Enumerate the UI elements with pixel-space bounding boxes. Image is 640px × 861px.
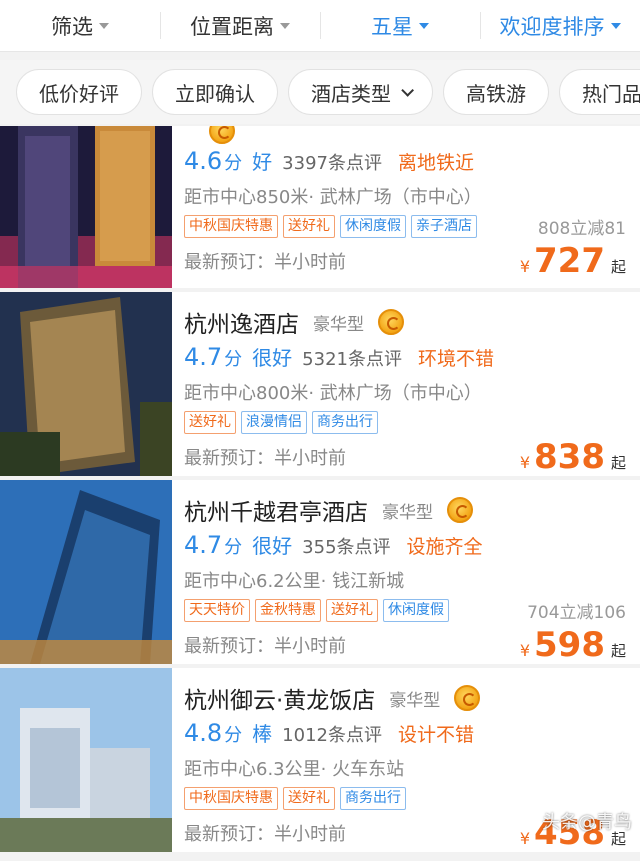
- filter-label: 欢迎度排序: [499, 14, 605, 39]
- hotel-tag: 亲子酒店: [411, 214, 477, 238]
- hotel-tag: 送好礼: [283, 214, 335, 238]
- chevron-down-icon: [401, 83, 414, 97]
- filter-label: 五星: [371, 14, 413, 39]
- hotel-card[interactable]: 4.6 分 好 3397条点评 离地铁近 距市中心850米· 武林广场（市中心）…: [0, 126, 640, 288]
- hotel-highlight: 环境不错: [417, 348, 494, 370]
- latest-booking: 最新预订：半小时前: [184, 448, 346, 469]
- price-suffix: 起: [610, 642, 626, 660]
- hotel-star-type: 豪华型: [382, 502, 433, 523]
- hotel-score: 4.6: [184, 147, 223, 175]
- rating-level: 好: [252, 150, 273, 174]
- hotel-location: 距市中心850米· 武林广场（市中心）: [184, 187, 482, 208]
- hotel-highlight: 设施齐全: [406, 536, 483, 558]
- rating-level: 很好: [252, 534, 293, 558]
- price-amount: 598: [534, 625, 605, 664]
- gold-medal-icon: [378, 309, 404, 335]
- currency-symbol: ¥: [519, 829, 530, 848]
- hotel-tag: 休闲度假: [340, 214, 406, 238]
- watermark: 头条@青鸟: [542, 812, 632, 833]
- hotel-tag: 金秋特惠: [255, 598, 321, 622]
- promo-discount: 808立减81: [537, 218, 626, 239]
- hotel-list: 4.6 分 好 3397条点评 离地铁近 距市中心850米· 武林广场（市中心）…: [0, 126, 640, 856]
- filter-location[interactable]: 位置距离: [160, 0, 320, 51]
- caret-down-icon: [610, 22, 621, 29]
- hotel-tag: 浪漫情侣: [241, 410, 307, 434]
- hotel-score: 4.7: [184, 343, 223, 371]
- rating-level: 很好: [252, 346, 293, 370]
- hotel-star-type: 豪华型: [389, 690, 441, 711]
- quick-tag-chip[interactable]: 低价好评: [16, 69, 142, 115]
- caret-down-icon: [280, 22, 290, 29]
- quick-tag-bar: 低价好评 立即确认 酒店类型 高铁游 热门品牌: [0, 60, 640, 124]
- hotel-photo: [0, 668, 172, 852]
- review-count: 5321条点评: [302, 349, 402, 370]
- score-unit: 分: [224, 153, 243, 174]
- gold-medal-icon: [209, 126, 235, 144]
- filter-sort[interactable]: 欢迎度排序: [480, 0, 640, 51]
- filter-label: 位置距离: [190, 14, 274, 39]
- quick-tag-label: 酒店类型: [311, 81, 391, 106]
- quick-tag-chip[interactable]: 热门品牌: [559, 69, 640, 115]
- quick-tag-chip[interactable]: 高铁游: [443, 69, 549, 115]
- hotel-photo: [0, 292, 172, 476]
- latest-booking: 最新预订：半小时前: [184, 824, 346, 845]
- price-amount: 727: [534, 241, 605, 281]
- currency-symbol: ¥: [519, 641, 530, 660]
- hotel-tag: 休闲度假: [383, 598, 449, 622]
- hotel-highlight: 设计不错: [397, 724, 474, 746]
- hotel-card[interactable]: 杭州御云·黄龙饭店 豪华型 4.8 分 棒 1012条点评 设计不错 距市中心6…: [0, 668, 640, 852]
- hotel-location: 距市中心800米· 武林广场（市中心）: [184, 383, 482, 404]
- price-suffix: 起: [610, 258, 626, 276]
- hotel-price: ¥ 838 起: [520, 438, 626, 476]
- caret-down-icon: [99, 22, 109, 29]
- hotel-location: 距市中心6.3公里· 火车东站: [184, 759, 405, 780]
- score-unit: 分: [224, 537, 243, 558]
- score-unit: 分: [224, 725, 243, 746]
- hotel-photo: [0, 480, 172, 664]
- currency-symbol: ¥: [519, 453, 530, 472]
- hotel-tag: 送好礼: [283, 786, 335, 810]
- hotel-card[interactable]: 杭州逸酒店 豪华型 4.7 分 很好 5321条点评 环境不错 距市中心800米…: [0, 292, 640, 476]
- price-amount: 838: [534, 437, 605, 476]
- quick-tag-hotel-type[interactable]: 酒店类型: [288, 69, 433, 115]
- latest-booking: 最新预订：半小时前: [184, 252, 346, 273]
- rating-level: 棒: [252, 722, 273, 746]
- hotel-price: ¥ 727 起: [520, 242, 626, 280]
- gold-medal-icon: [454, 685, 481, 711]
- hotel-tag: 中秋国庆特惠: [184, 214, 278, 238]
- review-count: 3397条点评: [282, 153, 382, 174]
- hotel-tag: 商务出行: [312, 410, 378, 434]
- hotel-tag: 送好礼: [326, 598, 378, 622]
- hotel-name[interactable]: 杭州御云·黄龙饭店: [184, 681, 375, 715]
- review-count: 1012条点评: [282, 725, 382, 746]
- price-suffix: 起: [610, 454, 626, 472]
- caret-down-icon: [419, 22, 429, 29]
- hotel-name[interactable]: 杭州千越君亭酒店: [184, 493, 368, 527]
- hotel-name[interactable]: 杭州逸酒店: [184, 305, 299, 339]
- hotel-star-type: 豪华型: [313, 314, 364, 335]
- hotel-location: 距市中心6.2公里· 钱江新城: [184, 571, 405, 592]
- filter-bar: 筛选 位置距离 五星 欢迎度排序: [0, 0, 640, 52]
- hotel-tag: 送好礼: [184, 410, 236, 434]
- filter-star[interactable]: 五星: [320, 0, 480, 51]
- hotel-highlight: 离地铁近: [397, 152, 474, 174]
- score-unit: 分: [224, 349, 243, 370]
- hotel-tag: 商务出行: [340, 786, 406, 810]
- gold-medal-icon: [447, 497, 473, 523]
- quick-tag-chip[interactable]: 立即确认: [152, 69, 278, 115]
- hotel-card[interactable]: 杭州千越君亭酒店 豪华型 4.7 分 很好 355条点评 设施齐全 距市中心6.…: [0, 480, 640, 664]
- hotel-tag: 中秋国庆特惠: [184, 786, 278, 810]
- latest-booking: 最新预订：半小时前: [184, 636, 346, 657]
- hotel-score: 4.7: [184, 531, 223, 559]
- hotel-price: ¥ 598 起: [520, 626, 626, 664]
- hotel-photo: [0, 126, 172, 288]
- filter-label: 筛选: [51, 14, 93, 39]
- hotel-tag: 天天特价: [184, 598, 250, 622]
- hotel-score: 4.8: [184, 719, 223, 747]
- currency-symbol: ¥: [519, 257, 530, 276]
- filter-screen[interactable]: 筛选: [0, 0, 160, 51]
- promo-discount: 704立减106: [527, 602, 626, 623]
- review-count: 355条点评: [302, 537, 391, 558]
